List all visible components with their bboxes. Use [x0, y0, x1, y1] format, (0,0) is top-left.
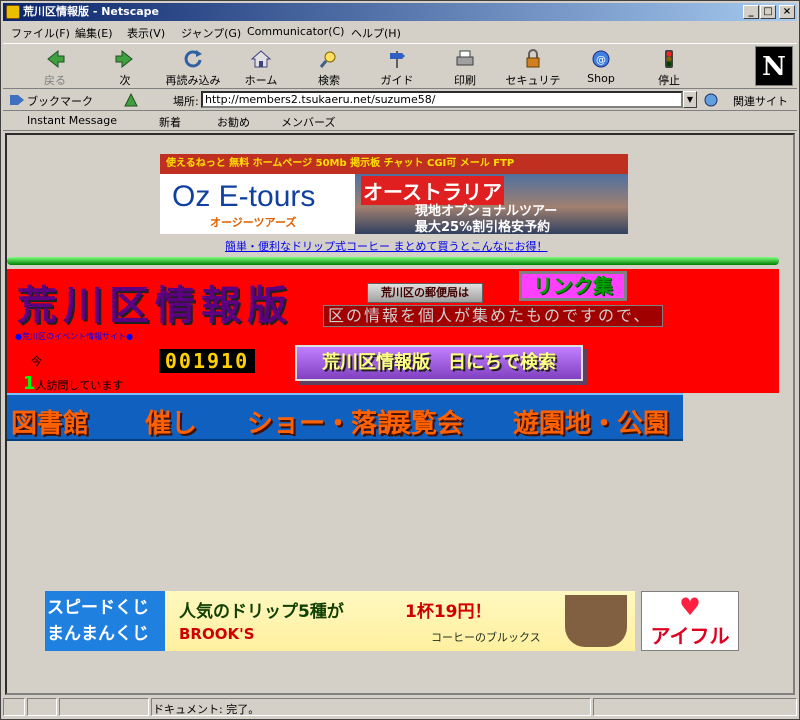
- nav-library[interactable]: 図書館: [11, 403, 89, 440]
- aiful-banner[interactable]: ♥ アイフル: [641, 591, 739, 651]
- recommend-link[interactable]: お勧め: [217, 114, 250, 130]
- links-button[interactable]: リンク集: [519, 271, 627, 301]
- status-text: ドキュメント: 完了。: [153, 703, 260, 716]
- status-connection-cell: [27, 698, 57, 716]
- related-sites-icon: [704, 93, 718, 107]
- related-sites-button[interactable]: 関連サイト: [733, 93, 788, 109]
- bookmark-icon: [10, 95, 24, 105]
- tsukaeru-banner[interactable]: 使えるねっと 無料 ホームページ 50Mb 掲示板 チャット CGI可 メール …: [160, 154, 628, 236]
- close-button[interactable]: ×: [779, 5, 795, 19]
- speed-kuji-banner[interactable]: スピードくじ まんまんくじ: [45, 591, 165, 651]
- padlock-icon: [526, 49, 540, 68]
- menu-file[interactable]: ファイル(F): [11, 25, 70, 41]
- search-icon: [319, 51, 336, 68]
- location-label: 場所:: [173, 95, 199, 108]
- forward-button[interactable]: 次: [93, 48, 157, 88]
- location-toolbar: ブックマーク 場所: ▼ 関連サイト: [3, 89, 797, 111]
- hosting-ad-strip: 使えるねっと 無料 ホームページ 50Mb 掲示板 チャット CGI可 メール …: [160, 154, 628, 174]
- back-arrow-icon: [47, 49, 65, 69]
- status-bar: ドキュメント: 完了。: [3, 697, 797, 717]
- nav-amusement-parks[interactable]: 遊園地・公園: [513, 403, 669, 440]
- guide-signpost-icon: [390, 51, 405, 68]
- reload-button[interactable]: 再読み込み: [161, 48, 225, 88]
- home-button[interactable]: ホーム: [229, 48, 293, 88]
- window-title: 荒川区情報版 - Netscape: [23, 5, 159, 18]
- personal-toolbar: Instant Message 新着 お勧め メンバーズ: [3, 111, 797, 131]
- visitor-line: 1人訪問しています: [23, 373, 124, 394]
- status-progress-cell: [59, 698, 149, 716]
- heart-icon: ♥: [679, 593, 701, 621]
- coffee-cup-image: [565, 595, 627, 647]
- bottom-ad-row: スピードくじ まんまんくじ 人気のドリップ5種が 1杯19円！ BROOK'S …: [45, 591, 739, 651]
- menu-edit[interactable]: 編集(E): [75, 25, 113, 41]
- visitor-count: 1: [23, 373, 36, 394]
- oz-etours-logo: Oz E-tours オージーツアーズ: [160, 174, 355, 234]
- whats-new-link[interactable]: 新着: [159, 114, 181, 130]
- browser-window: 荒川区情報版 - Netscape _ □ × ファイル(F) 編集(E) 表示…: [0, 0, 800, 720]
- nav-exhibitions[interactable]: 展覧会: [385, 403, 463, 440]
- australia-tour-ad: オーストラリア 現地オプショナルツアー 最大25%割引格安予約: [355, 174, 628, 234]
- category-nav: 図書館 催し ショー・落語 展覧会 遊園地・公園: [7, 393, 683, 441]
- stop-button[interactable]: 停止: [637, 48, 701, 88]
- netscape-icon: [6, 5, 20, 19]
- reload-icon: [184, 50, 202, 68]
- instant-message-link[interactable]: Instant Message: [27, 114, 117, 127]
- menu-go[interactable]: ジャンプ(G): [181, 25, 241, 41]
- stop-traffic-light-icon: [665, 50, 673, 68]
- guide-button[interactable]: ガイド: [365, 48, 429, 88]
- title-bar: 荒川区情報版 - Netscape _ □ ×: [3, 3, 797, 21]
- header-red-panel-right: [587, 331, 779, 393]
- menu-view[interactable]: 表示(V): [127, 25, 165, 41]
- members-link[interactable]: メンバーズ: [281, 114, 335, 130]
- maximize-button[interactable]: □: [760, 5, 776, 19]
- visitor-prefix: 今: [31, 355, 42, 368]
- netscape-logo[interactable]: N: [755, 46, 793, 86]
- green-divider: [7, 257, 779, 265]
- menu-help[interactable]: ヘルプ(H): [351, 25, 401, 41]
- print-button[interactable]: 印刷: [433, 48, 497, 88]
- url-dropdown-button[interactable]: ▼: [683, 91, 697, 108]
- page-proxy-icon[interactable]: [123, 92, 139, 108]
- shop-button[interactable]: @ Shop: [569, 48, 633, 85]
- url-field[interactable]: [201, 91, 683, 108]
- nav-shows-rakugo[interactable]: ショー・落語: [247, 403, 403, 440]
- status-security-cell: [3, 698, 25, 716]
- shop-icon: @: [592, 50, 610, 68]
- post-office-button[interactable]: 荒川区の郵便局は: [367, 283, 483, 303]
- minimize-button[interactable]: _: [743, 5, 759, 19]
- forward-arrow-icon: [115, 49, 133, 69]
- access-counter: 001910: [159, 349, 255, 373]
- nav-events[interactable]: 催し: [145, 403, 197, 440]
- menu-communicator[interactable]: Communicator(C): [247, 25, 344, 38]
- navigation-toolbar: 戻る 次 再読み込み ホーム 検索 ガイド 印刷 セキュリティ: [3, 43, 797, 103]
- home-icon: [250, 50, 272, 68]
- printer-icon: [456, 50, 474, 66]
- svg-text:@: @: [596, 55, 606, 66]
- search-button[interactable]: 検索: [297, 48, 361, 88]
- page-viewport: 使えるねっと 無料 ホームページ 50Mb 掲示板 チャット CGI可 メール …: [5, 133, 795, 695]
- brooks-coffee-banner[interactable]: 人気のドリップ5種が 1杯19円！ BROOK'S コーヒーのブルックス: [165, 591, 635, 651]
- coffee-text-ad-link[interactable]: 簡単・便利なドリップ式コーヒー まとめて買うとこんなにお得！: [225, 238, 548, 254]
- site-title: 荒川区情報版: [17, 282, 293, 329]
- event-info-link[interactable]: ●荒川区のイベント情報サイト●: [15, 331, 133, 342]
- component-bar: [593, 698, 797, 716]
- date-search-button[interactable]: 荒川区情報版 日にちで検索: [295, 345, 583, 381]
- back-button[interactable]: 戻る: [23, 48, 87, 88]
- menu-bar: ファイル(F) 編集(E) 表示(V) ジャンプ(G) Communicator…: [3, 23, 797, 41]
- scrolling-notice: 区の情報を個人が集めたものですので、: [323, 305, 663, 327]
- bookmarks-button[interactable]: ブックマーク: [27, 93, 93, 109]
